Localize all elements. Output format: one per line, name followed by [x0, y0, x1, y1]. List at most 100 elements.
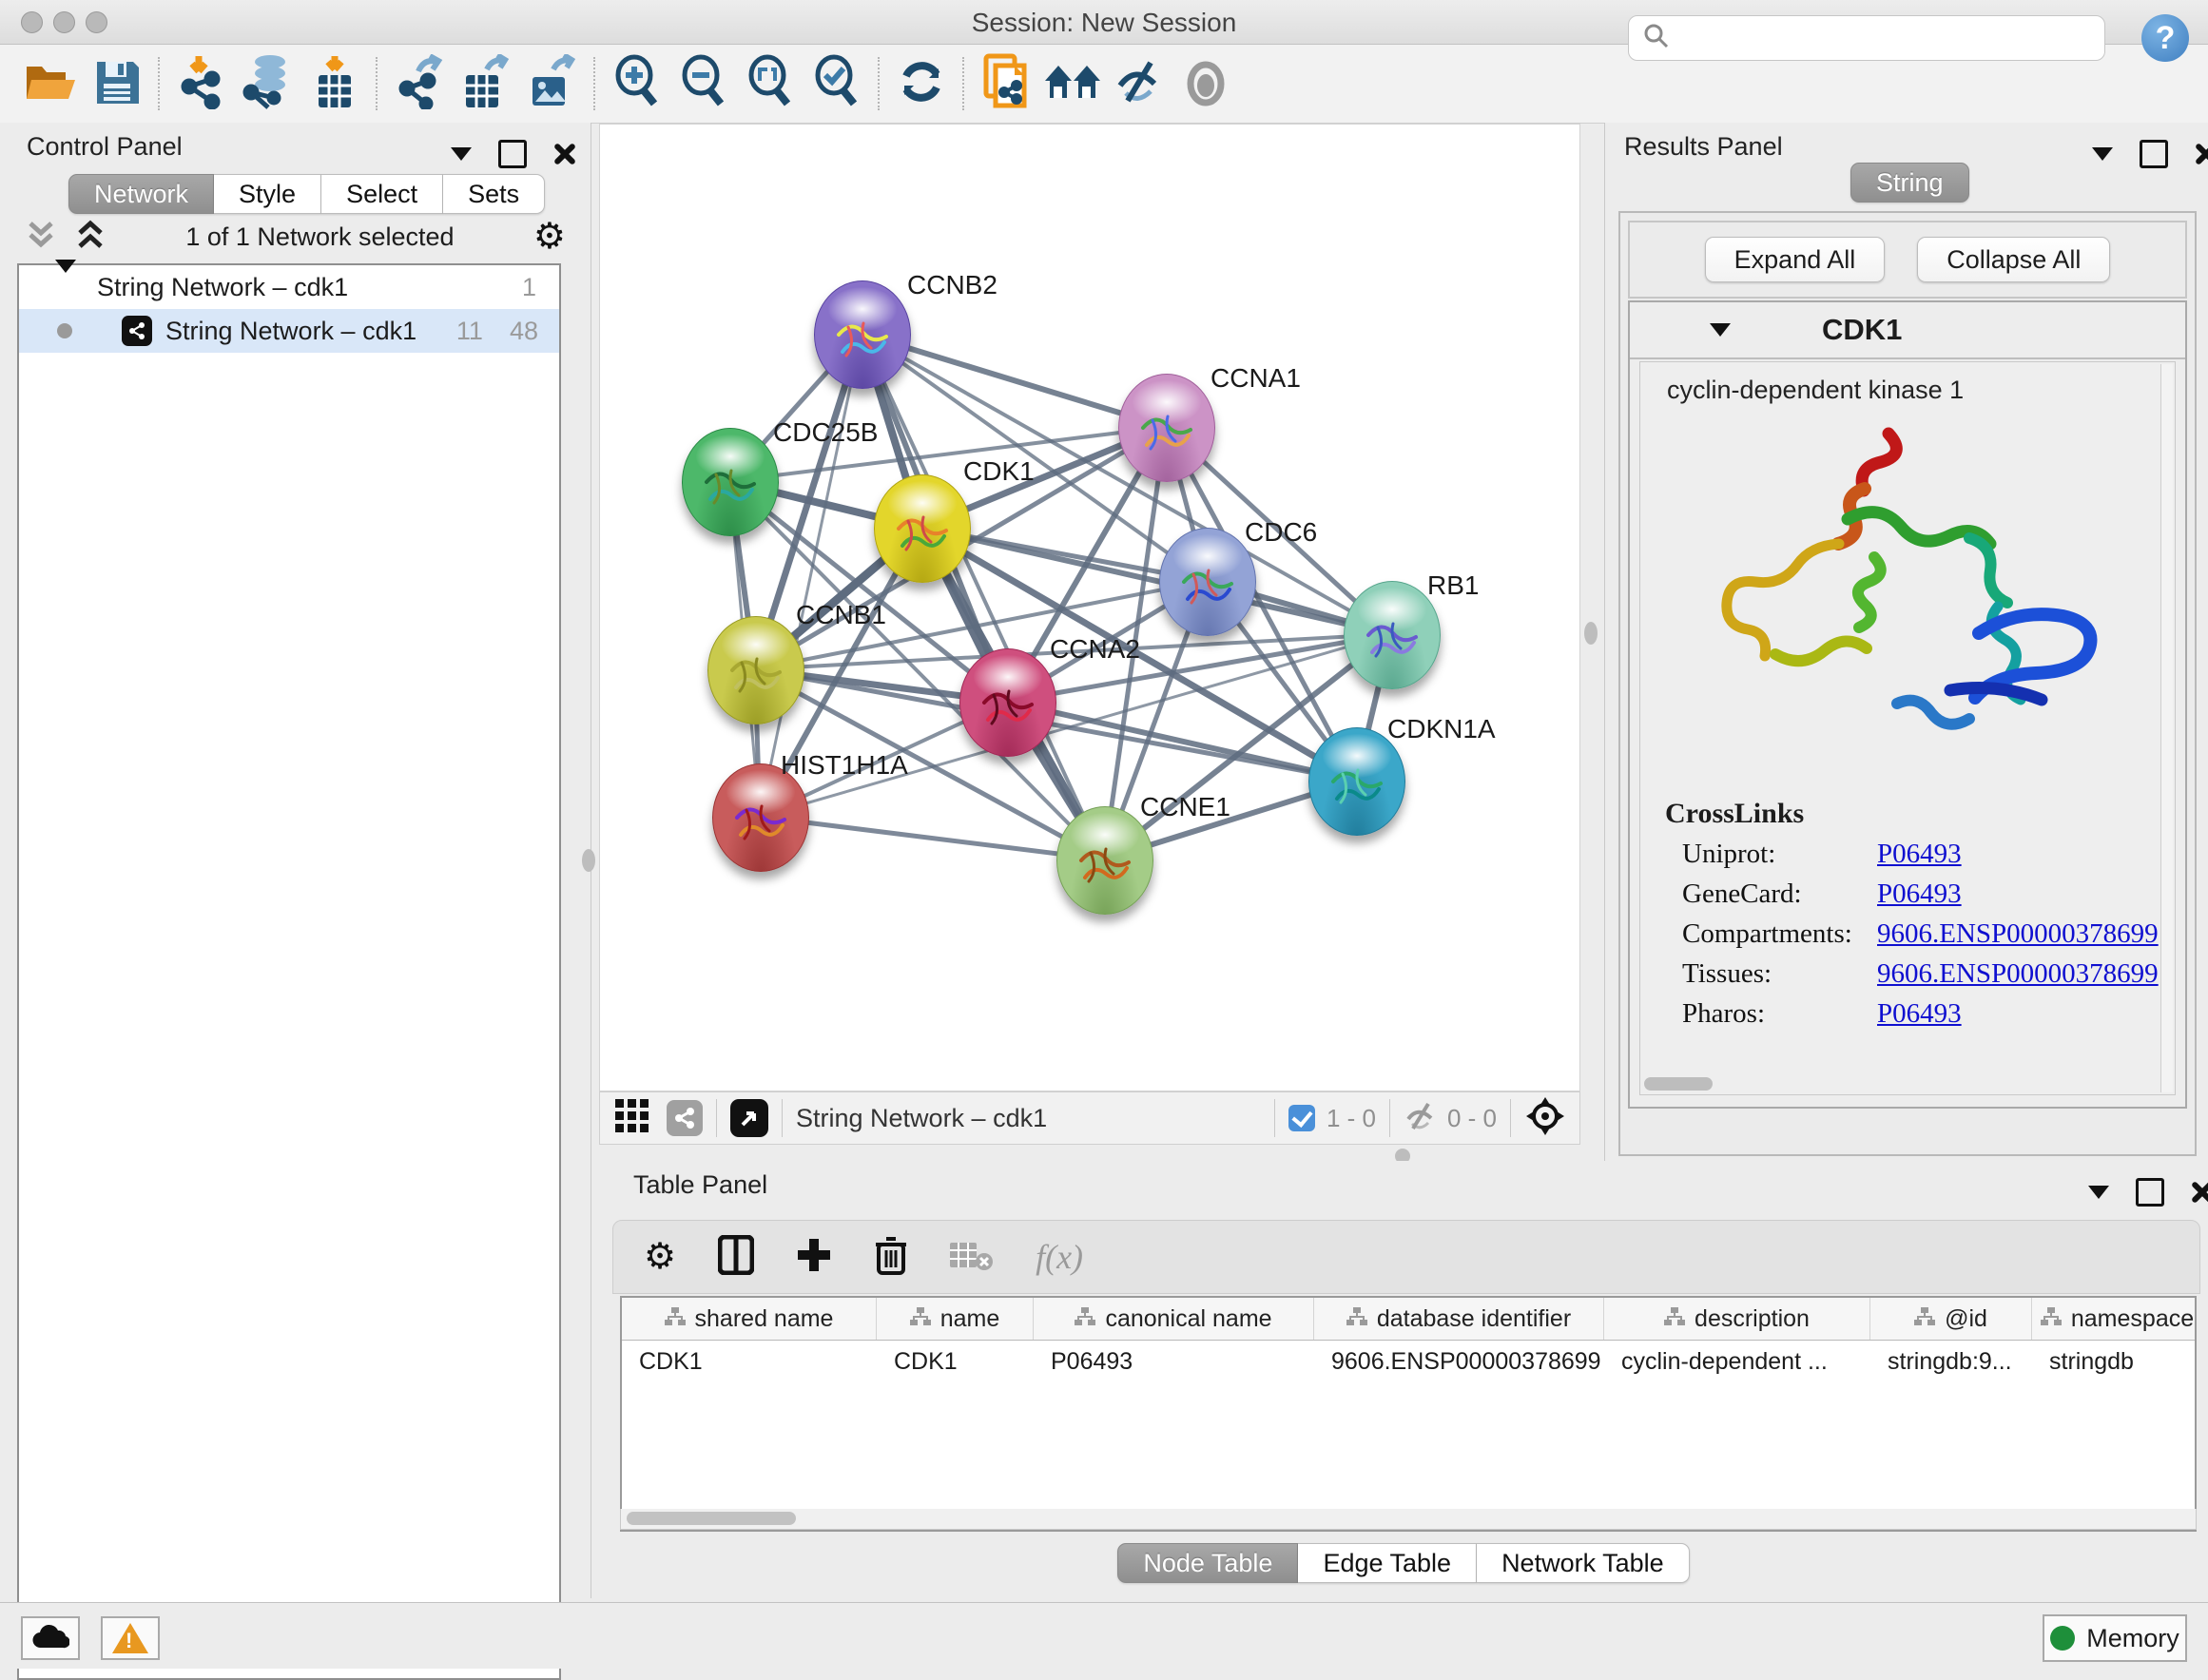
- gene-collapse-icon[interactable]: [1710, 323, 1731, 337]
- collapse-triangle-icon[interactable]: [55, 273, 76, 302]
- column-header-sharedname[interactable]: shared name: [622, 1298, 877, 1340]
- node-CCNB1[interactable]: [707, 616, 804, 724]
- column-type-icon: [665, 1305, 686, 1333]
- crosslink-link[interactable]: 9606.ENSP00000378699: [1877, 958, 2159, 990]
- import-network-icon: [176, 54, 227, 114]
- import-table-button[interactable]: [301, 54, 368, 113]
- node-RB1[interactable]: [1344, 581, 1441, 689]
- help-button[interactable]: ?: [2141, 14, 2189, 62]
- fit-content-crosshair-icon[interactable]: [1524, 1095, 1566, 1142]
- column-header-description[interactable]: description: [1604, 1298, 1870, 1340]
- collapse-all-networks-icon[interactable]: [74, 220, 107, 255]
- right-splitter-grip[interactable]: [1584, 622, 1598, 645]
- node-CCNA2[interactable]: [959, 648, 1056, 757]
- results-panel-float-icon[interactable]: [2140, 140, 2168, 168]
- zoom-fit-button[interactable]: [737, 54, 804, 113]
- clone-network-button[interactable]: [973, 54, 1039, 113]
- table-panel-float-icon[interactable]: [2136, 1178, 2164, 1207]
- tab-string[interactable]: String: [1850, 163, 1969, 203]
- tab-sets[interactable]: Sets: [443, 174, 545, 214]
- zoom-out-button[interactable]: [670, 54, 737, 113]
- results-panel-close-icon[interactable]: [2195, 143, 2208, 165]
- graphics-details-button[interactable]: [1039, 54, 1106, 113]
- zoom-in-button[interactable]: [604, 54, 670, 113]
- table-panel-menu-icon[interactable]: [2088, 1186, 2109, 1199]
- column-label: namespace: [2071, 1305, 2194, 1333]
- table-row[interactable]: CDK1CDK1P064939606.ENSP00000378699cyclin…: [622, 1341, 2195, 1382]
- export-network-button[interactable]: [386, 54, 453, 113]
- show-columns-icon[interactable]: [718, 1235, 754, 1280]
- save-session-button[interactable]: [84, 54, 150, 113]
- column-header-databaseidentifier[interactable]: database identifier: [1314, 1298, 1604, 1340]
- tab-node-table[interactable]: Node Table: [1117, 1543, 1298, 1583]
- cloud-button[interactable]: [21, 1616, 80, 1660]
- expand-all-networks-icon[interactable]: [25, 220, 57, 255]
- delete-column-trash-icon[interactable]: [874, 1235, 908, 1280]
- tab-network-table[interactable]: Network Table: [1477, 1543, 1690, 1583]
- column-header-id[interactable]: @id: [1870, 1298, 2032, 1340]
- import-network-database-button[interactable]: [235, 54, 301, 113]
- network-options-gear-icon[interactable]: ⚙: [533, 219, 566, 255]
- collapse-all-button[interactable]: Collapse All: [1917, 237, 2110, 282]
- table-options-gear-icon[interactable]: ⚙: [644, 1239, 676, 1275]
- node-CCNA1[interactable]: [1118, 374, 1215, 482]
- cell-databaseidentifier: 9606.ENSP00000378699: [1314, 1341, 1604, 1382]
- crosslink-link[interactable]: P06493: [1877, 839, 1962, 870]
- network-canvas[interactable]: CCNB2CCNA1CDC25BCDK1CDC6RB1CCNB1CCNA2CDK…: [599, 124, 1580, 1091]
- export-table-button[interactable]: [453, 54, 519, 113]
- memory-button[interactable]: Memory: [2043, 1614, 2187, 1662]
- table-tabs: Node TableEdge TableNetwork Table: [1117, 1543, 1689, 1583]
- search-input[interactable]: [1628, 15, 2105, 61]
- control-panel-menu-icon[interactable]: [451, 147, 472, 161]
- column-header-name[interactable]: name: [877, 1298, 1034, 1340]
- crosslink-link[interactable]: P06493: [1877, 879, 1962, 910]
- node-CCNB2[interactable]: [814, 280, 911, 389]
- selected-indicator-checkbox[interactable]: [1288, 1105, 1315, 1131]
- column-header-canonicalname[interactable]: canonical name: [1034, 1298, 1314, 1340]
- table-hscrollbar[interactable]: [620, 1509, 2197, 1530]
- column-label: database identifier: [1377, 1305, 1571, 1333]
- node-CDK1[interactable]: [874, 474, 971, 583]
- column-header-namespace[interactable]: namespace: [2032, 1298, 2197, 1340]
- control-panel-float-icon[interactable]: [498, 140, 527, 168]
- expand-all-button[interactable]: Expand All: [1705, 237, 1886, 282]
- add-column-icon[interactable]: [796, 1237, 832, 1278]
- table-panel-close-icon[interactable]: [2191, 1181, 2208, 1204]
- node-CDC25B[interactable]: [682, 428, 779, 536]
- string-network-icon: [122, 316, 152, 346]
- table-toolbar: ⚙ f(x): [612, 1220, 2200, 1294]
- network-row-selected[interactable]: String Network – cdk1 11 48: [19, 309, 559, 353]
- grid-mode-icon[interactable]: [615, 1099, 649, 1138]
- network-share-icon[interactable]: [667, 1100, 703, 1136]
- zoom-selected-button[interactable]: [804, 54, 870, 113]
- node-CCNE1[interactable]: [1056, 806, 1153, 915]
- tab-style[interactable]: Style: [214, 174, 321, 214]
- results-panel-menu-icon[interactable]: [2092, 147, 2113, 161]
- open-session-button[interactable]: [17, 54, 84, 113]
- refresh-view-button[interactable]: [888, 54, 955, 113]
- crosslink-link[interactable]: 9606.ENSP00000378699: [1877, 918, 2159, 950]
- node-table[interactable]: shared namenamecanonical name database id…: [620, 1296, 2197, 1532]
- protein-thumbnail-CCNE1: [1072, 832, 1138, 900]
- table-panel: Table Panel ⚙ f(x) shared namenamecanoni…: [599, 1161, 2208, 1598]
- export-image-button[interactable]: [519, 54, 586, 113]
- node-CDC6[interactable]: [1159, 528, 1256, 636]
- tab-edge-table[interactable]: Edge Table: [1298, 1543, 1477, 1583]
- show-all-button[interactable]: [1172, 54, 1239, 113]
- warnings-button[interactable]: [101, 1616, 160, 1660]
- table-hscroll-thumb[interactable]: [627, 1512, 796, 1525]
- network-collection-row[interactable]: String Network – cdk1 1: [19, 265, 559, 309]
- import-network-file-button[interactable]: [168, 54, 235, 113]
- gene-panel-hscroll-thumb[interactable]: [1644, 1077, 1713, 1091]
- hide-selected-button[interactable]: [1106, 54, 1172, 113]
- left-splitter-grip[interactable]: [582, 849, 595, 872]
- crosslink-link[interactable]: P06493: [1877, 998, 1962, 1030]
- tab-select[interactable]: Select: [321, 174, 443, 214]
- memory-status-dot: [2050, 1626, 2075, 1651]
- edge-HIST1H1A-CCNE1[interactable]: [760, 817, 1104, 859]
- control-panel-close-icon[interactable]: [553, 143, 576, 165]
- column-type-icon: [1664, 1305, 1685, 1333]
- tab-network[interactable]: Network: [68, 174, 214, 214]
- birdseye-toggle-icon[interactable]: [730, 1099, 768, 1137]
- gene-panel-vscrollbar[interactable]: [2160, 364, 2173, 1092]
